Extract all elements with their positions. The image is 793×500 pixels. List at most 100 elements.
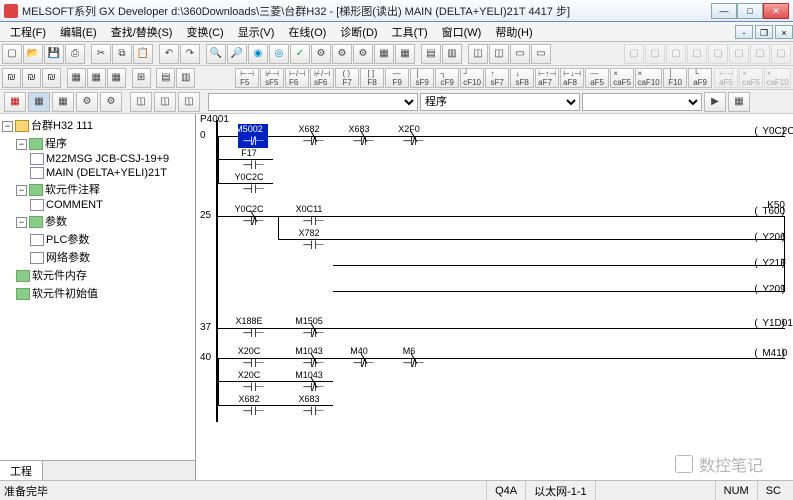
fkey-af9[interactable]: └aF9	[688, 68, 712, 88]
tool-h-button[interactable]: ◫	[468, 44, 488, 64]
collapse-icon[interactable]: −	[16, 139, 27, 150]
tool-k-button[interactable]: ▭	[531, 44, 551, 64]
menu-window[interactable]: 窗口(W)	[436, 22, 488, 42]
print-button[interactable]: ⎙	[65, 44, 85, 64]
tab-project[interactable]: 工程	[0, 461, 43, 480]
open-button[interactable]: 📂	[23, 44, 43, 64]
t2-5[interactable]: ▦	[87, 68, 106, 88]
undo-button[interactable]: ↶	[159, 44, 179, 64]
tool-f-button[interactable]: ▤	[421, 44, 441, 64]
paste-button[interactable]: 📋	[133, 44, 153, 64]
coil[interactable]: Y209)	[754, 284, 785, 295]
tree-softinit[interactable]: 软元件初始值	[2, 284, 193, 302]
menu-find[interactable]: 查找/替换(S)	[105, 22, 179, 42]
maximize-button[interactable]: □	[737, 3, 763, 19]
tree-comment[interactable]: −软元件注释	[2, 180, 193, 198]
fb-1[interactable]: ▦	[4, 92, 26, 112]
fkey-sf7[interactable]: ↑sF7	[485, 68, 509, 88]
tree-comment-item[interactable]: COMMENT	[2, 198, 193, 212]
tree-prog-item-1[interactable]: MAIN (DELTA+YELI)21T	[2, 166, 193, 180]
menu-project[interactable]: 工程(F)	[4, 22, 52, 42]
t2-3[interactable]: ₪	[42, 68, 61, 88]
child-restore-button[interactable]: ❐	[755, 25, 773, 39]
fkey-sf6[interactable]: ⊬/⊣sF6	[310, 68, 334, 88]
contact[interactable]: X782⊣ ⊢	[298, 228, 328, 252]
t2-9[interactable]: ▥	[176, 68, 195, 88]
t2-8[interactable]: ▤	[156, 68, 175, 88]
tool-i-button[interactable]: ◫	[489, 44, 509, 64]
fkey-f6[interactable]: ⊢/⊣F6	[285, 68, 309, 88]
tool-g-button[interactable]: ▥	[442, 44, 462, 64]
filter-select-1[interactable]	[208, 93, 418, 111]
menu-tools[interactable]: 工具(T)	[386, 22, 434, 42]
ladder-view[interactable]: P4001 0 M5002⊣/⊢ X682⊣/⊢ X683⊣/⊢ X2F0⊣/⊢…	[196, 114, 793, 480]
fb-7[interactable]: ◫	[154, 92, 176, 112]
coil[interactable]: M410)	[754, 348, 785, 359]
project-tree[interactable]: −台群H32 111 −程序 M22MSG JCB-CSJ-19+9 MAIN …	[0, 114, 195, 460]
collapse-icon[interactable]: −	[16, 185, 27, 196]
menu-convert[interactable]: 变换(C)	[180, 22, 229, 42]
contact[interactable]: X682⊣/⊢	[298, 124, 328, 148]
filter-select-2[interactable]: 程序	[420, 93, 580, 111]
fkey-sf5[interactable]: ⊬⊣sF5	[260, 68, 284, 88]
rung-25[interactable]: 25 Y0C2C⊣/⊢ X0C11⊣ ⊢ K50 T600) X782⊣ ⊢ Y…	[216, 200, 793, 312]
contact[interactable]: Y0C2C⊣ ⊢	[238, 172, 268, 196]
tree-prog-item-0[interactable]: M22MSG JCB-CSJ-19+9	[2, 152, 193, 166]
contact[interactable]: X188E⊣ ⊢	[238, 316, 268, 340]
tool-j-button[interactable]: ▭	[510, 44, 530, 64]
close-button[interactable]: ✕	[763, 3, 789, 19]
tool-b-button[interactable]: ⚙	[332, 44, 352, 64]
fkey-af8[interactable]: ⊢↓⊣aF8	[560, 68, 584, 88]
fkey-f9[interactable]: —F9	[385, 68, 409, 88]
fb-4[interactable]: ⚙	[76, 92, 98, 112]
fkey-caf10[interactable]: ×caF10	[635, 68, 662, 88]
contact[interactable]: M1505⊣/⊢	[298, 316, 328, 340]
fb-2[interactable]: ▦	[28, 92, 50, 112]
rung-0[interactable]: 0 M5002⊣/⊢ X682⊣/⊢ X683⊣/⊢ X2F0⊣/⊢ Y0C2C…	[216, 120, 793, 200]
fkey-sf8[interactable]: ↓sF8	[510, 68, 534, 88]
new-button[interactable]: ▢	[2, 44, 22, 64]
fb-go[interactable]: ▶	[704, 92, 726, 112]
fb-5[interactable]: ⚙	[100, 92, 122, 112]
contact[interactable]: M40⊣/⊢	[348, 346, 378, 370]
monitor2-button[interactable]: ◎	[269, 44, 289, 64]
tree-program[interactable]: −程序	[2, 134, 193, 152]
collapse-icon[interactable]: −	[2, 121, 13, 132]
fkey-f5[interactable]: ⊢⊣F5	[235, 68, 259, 88]
redo-button[interactable]: ↷	[180, 44, 200, 64]
collapse-icon[interactable]: −	[16, 217, 27, 228]
tool-d-button[interactable]: ▦	[374, 44, 394, 64]
filter-select-3[interactable]	[582, 93, 702, 111]
fb-9[interactable]: ▦	[728, 92, 750, 112]
find-button[interactable]: 🔍	[206, 44, 226, 64]
tree-param-net[interactable]: 网络参数	[2, 248, 193, 266]
tool-c-button[interactable]: ⚙	[353, 44, 373, 64]
t2-1[interactable]: ₪	[2, 68, 21, 88]
contact[interactable]: X682⊣ ⊢	[238, 394, 268, 418]
menu-diagnose[interactable]: 诊断(D)	[334, 22, 383, 42]
t2-7[interactable]: ⊞	[132, 68, 151, 88]
tool-a-button[interactable]: ⚙	[311, 44, 331, 64]
fkey-caf5[interactable]: ×caF5	[610, 68, 634, 88]
contact[interactable]: X2F0⊣/⊢	[398, 124, 428, 148]
fkey-cf9[interactable]: ┐cF9	[435, 68, 459, 88]
tree-root[interactable]: −台群H32 111	[2, 116, 193, 134]
tree-softmem[interactable]: 软元件内存	[2, 266, 193, 284]
fb-3[interactable]: ▦	[52, 92, 74, 112]
menu-edit[interactable]: 编辑(E)	[54, 22, 103, 42]
coil[interactable]: Y0C2C)	[754, 126, 785, 137]
child-close-button[interactable]: ×	[775, 25, 793, 39]
t2-2[interactable]: ₪	[22, 68, 41, 88]
minimize-button[interactable]: —	[711, 3, 737, 19]
fkey-f7[interactable]: ( )F7	[335, 68, 359, 88]
fb-8[interactable]: ◫	[178, 92, 200, 112]
menu-view[interactable]: 显示(V)	[232, 22, 281, 42]
menu-online[interactable]: 在线(O)	[282, 22, 332, 42]
fkey-af7[interactable]: ⊢↑⊣aF7	[535, 68, 559, 88]
rung-40[interactable]: 40 X20C⊣ ⊢ M1043⊣/⊢ M40⊣/⊢ M6⊣/⊢ M410) X…	[216, 342, 793, 422]
fkey-f8[interactable]: [ ]F8	[360, 68, 384, 88]
menu-help[interactable]: 帮助(H)	[489, 22, 538, 42]
monitor-button[interactable]: ◉	[248, 44, 268, 64]
save-button[interactable]: 💾	[44, 44, 64, 64]
t2-4[interactable]: ▦	[67, 68, 86, 88]
